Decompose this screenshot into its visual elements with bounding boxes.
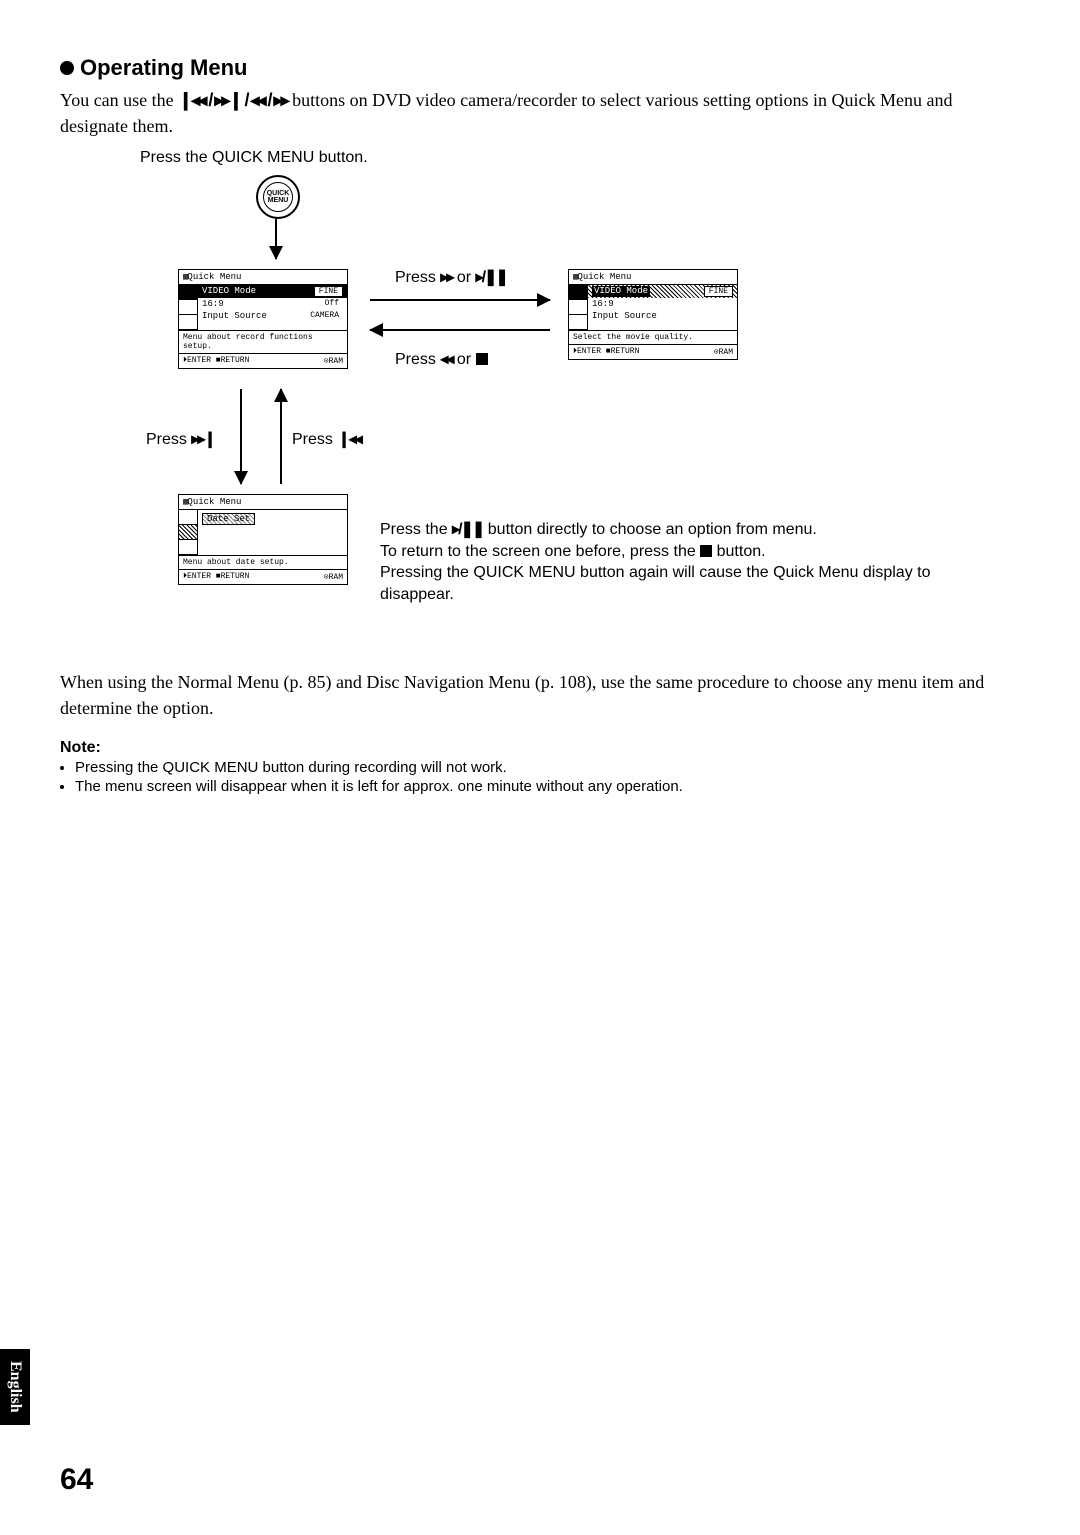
press-ff-label: Press ▸▸ or ▸/❚❚ xyxy=(395,267,507,287)
note-list: Pressing the QUICK MENU button during re… xyxy=(60,759,1020,795)
post-diagram-text: When using the Normal Menu (p. 85) and D… xyxy=(60,669,1020,721)
note-heading: Note: xyxy=(60,739,1020,757)
quick-menu-button-icon: QUICKMENU xyxy=(256,175,300,219)
press-prev-label: Press ❙◂◂ xyxy=(292,429,361,449)
arrow-left-icon xyxy=(370,329,550,331)
arrow-down-icon-2 xyxy=(240,389,242,484)
intro-paragraph: You can use the ❙◂◂ / ▸▸❙ / ◂◂ / ▸▸ butt… xyxy=(60,87,1020,139)
flow-diagram: Press the QUICK MENU button. QUICKMENU ▦… xyxy=(60,149,1020,649)
menu-panel-options: ▦Quick Menu VIDEO ModeFINE 16:9 Input So… xyxy=(568,269,738,360)
page-number: 64 xyxy=(60,1463,93,1497)
section-heading: Operating Menu xyxy=(60,55,1020,81)
arrow-up-icon xyxy=(280,389,282,484)
press-quick-label: Press the QUICK MENU button. xyxy=(140,149,368,167)
note-item: Pressing the QUICK MENU button during re… xyxy=(75,759,1020,776)
note-item: The menu screen will disappear when it i… xyxy=(75,778,1020,795)
press-rw-label: Press ◂◂ or xyxy=(395,349,488,369)
panel-title: ▦Quick Menu xyxy=(179,270,347,285)
language-tab: English xyxy=(0,1349,30,1425)
menu-panel-date: ▦Quick Menu Date Set Menu about date set… xyxy=(178,494,348,585)
quick-menu-button-label: QUICKMENU xyxy=(267,190,290,204)
arrow-down-icon xyxy=(275,219,277,259)
explanation-text: Press the ▸/❚❚ button directly to choose… xyxy=(380,519,1000,605)
play-pause-icon: ▸/❚❚ xyxy=(452,521,483,538)
heading-text: Operating Menu xyxy=(80,55,247,81)
menu-panel-main: ▦Quick Menu VIDEO ModeFINE 16:9Off Input… xyxy=(178,269,348,369)
stop-icon xyxy=(700,545,712,557)
heading-bullet xyxy=(60,61,74,75)
arrow-right-icon xyxy=(370,299,550,301)
nav-buttons-icon: ❙◂◂ / ▸▸❙ / ◂◂ / ▸▸ xyxy=(178,90,287,110)
press-next-label: Press ▸▸❙ xyxy=(146,429,215,449)
